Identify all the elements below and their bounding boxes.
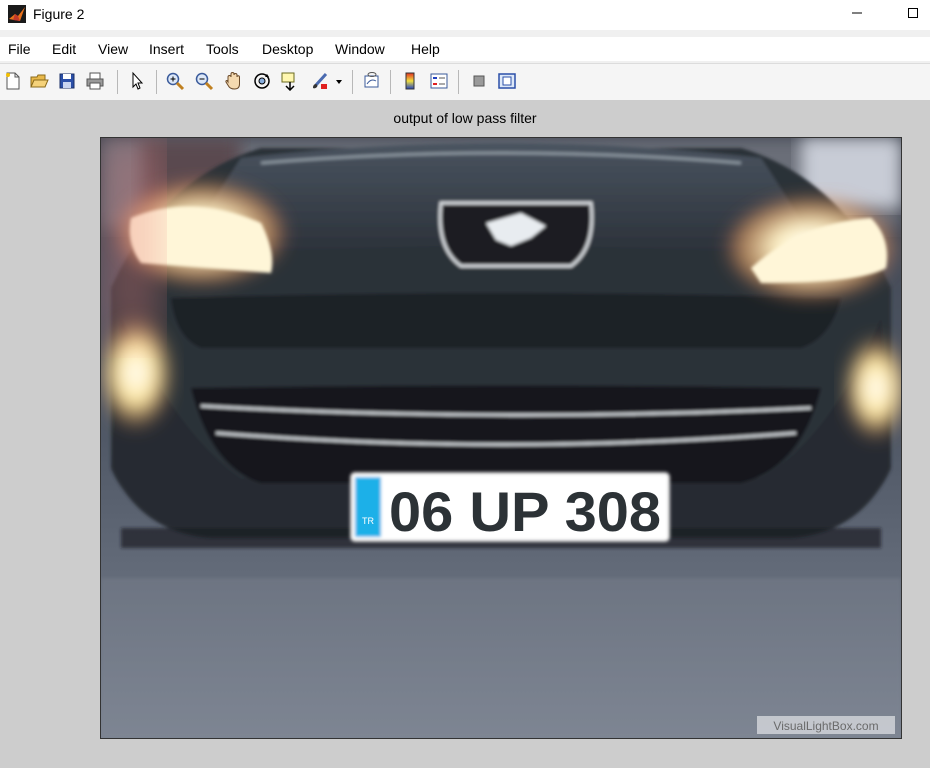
menu-desktop[interactable]: Desktop: [262, 41, 313, 57]
toolbar-separator: [458, 70, 459, 94]
menu-view[interactable]: View: [98, 41, 128, 57]
plate-number: 06 UP 308: [389, 480, 661, 543]
plate-country-code: TR: [362, 516, 374, 526]
insert-colorbar-icon[interactable]: [399, 70, 421, 92]
menu-file[interactable]: File: [8, 41, 31, 57]
pan-icon[interactable]: [222, 70, 244, 92]
watermark-text: VisualLightBox.com: [773, 719, 878, 733]
axes-title: output of low pass filter: [393, 110, 537, 126]
save-icon[interactable]: [56, 70, 78, 92]
menu-insert[interactable]: Insert: [149, 41, 184, 57]
menu-tools[interactable]: Tools: [206, 41, 239, 57]
menu-help[interactable]: Help: [411, 41, 440, 57]
window-title: Figure 2: [33, 6, 85, 22]
print-icon[interactable]: [84, 70, 106, 92]
toolbar-separator: [117, 70, 118, 94]
maximize-icon: [907, 6, 919, 24]
open-file-icon[interactable]: [28, 70, 50, 92]
minimize-icon: [851, 6, 863, 24]
title-bar: Figure 2: [0, 0, 930, 30]
figure-toolbar: [0, 63, 930, 101]
brush-icon[interactable]: [309, 70, 331, 92]
toolbar-separator: [352, 70, 353, 94]
hide-plot-tools-icon[interactable]: [468, 70, 490, 92]
menu-edit[interactable]: Edit: [52, 41, 76, 57]
image-axes[interactable]: TR 06 UP 308 VisualLightBox.com: [100, 137, 902, 739]
brush-dropdown-icon[interactable]: [333, 70, 345, 92]
link-plot-icon[interactable]: [361, 70, 383, 92]
minimize-button[interactable]: [834, 0, 880, 30]
new-figure-icon[interactable]: [2, 70, 24, 92]
data-cursor-icon[interactable]: [279, 70, 301, 92]
toolbar-separator: [390, 70, 391, 94]
insert-legend-icon[interactable]: [428, 70, 450, 92]
menu-window[interactable]: Window: [335, 41, 385, 57]
filtered-car-image: TR 06 UP 308 VisualLightBox.com: [101, 138, 901, 738]
toolbar-separator: [156, 70, 157, 94]
edit-plot-icon[interactable]: [126, 70, 148, 92]
show-plot-tools-icon[interactable]: [496, 70, 518, 92]
maximize-button[interactable]: [890, 0, 930, 30]
zoom-in-icon[interactable]: [164, 70, 186, 92]
matlab-logo-icon: [8, 5, 26, 23]
zoom-out-icon[interactable]: [193, 70, 215, 92]
menu-bar: File Edit View Insert Tools Desktop Wind…: [0, 37, 930, 61]
rotate-3d-icon[interactable]: [251, 70, 273, 92]
